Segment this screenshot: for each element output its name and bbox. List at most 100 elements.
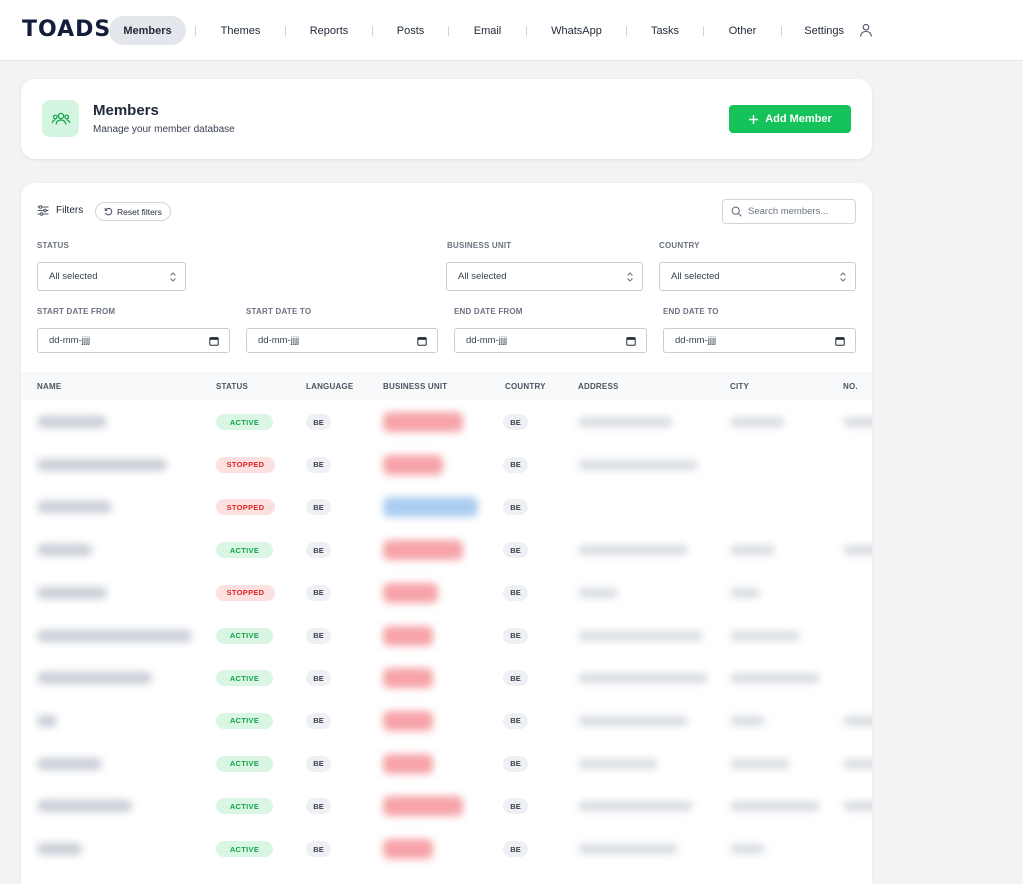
nav-reports[interactable]: Reports — [286, 16, 372, 45]
country-badge: BE — [503, 670, 528, 687]
status-badge: ACTIVE — [216, 414, 273, 430]
country-badge: BE — [503, 841, 528, 857]
business-unit-redacted — [383, 454, 443, 475]
city-redacted — [730, 801, 820, 812]
city-redacted — [730, 758, 790, 769]
status-badge: ACTIVE — [216, 755, 273, 772]
country-badge: BE — [503, 542, 528, 559]
address-redacted — [578, 844, 678, 854]
number-redacted — [843, 545, 872, 556]
table-row[interactable]: ACTIVE BE BE — [21, 743, 872, 786]
column-header-address[interactable]: ADDRESS — [578, 382, 619, 391]
start-date-to-input[interactable]: dd-mm-jjjj — [246, 328, 438, 353]
table-row[interactable]: ACTIVE BE BE — [21, 615, 872, 658]
language-badge: BE — [306, 627, 331, 644]
page-subtitle: Manage your member database — [93, 124, 235, 135]
calendar-icon[interactable] — [417, 336, 427, 346]
column-header-status[interactable]: STATUS — [216, 382, 248, 391]
user-icon[interactable] — [859, 23, 873, 37]
nav-whatsapp[interactable]: WhatsApp — [527, 16, 626, 45]
business-unit-redacted — [383, 582, 438, 603]
nav-email[interactable]: Email — [449, 16, 526, 45]
filters-label: Filters — [56, 205, 84, 216]
member-name-redacted — [37, 629, 192, 642]
status-filter-label: STATUS — [37, 241, 70, 250]
table-row[interactable]: STOPPED BE BE — [21, 444, 872, 487]
business-unit-filter-value: All selected — [458, 271, 507, 282]
city-redacted — [730, 630, 800, 641]
business-unit-redacted — [383, 497, 478, 518]
country-badge: BE — [503, 798, 528, 815]
country-filter-label: COUNTRY — [659, 241, 700, 250]
table-row[interactable]: STOPPED BE BE — [21, 486, 872, 529]
language-badge: BE — [306, 712, 331, 729]
city-redacted — [730, 715, 765, 726]
search-field[interactable] — [722, 199, 856, 224]
nav-members[interactable]: Members — [109, 16, 186, 45]
column-header-city[interactable]: CITY — [730, 382, 749, 391]
status-badge: ACTIVE — [216, 627, 273, 644]
table-row[interactable]: ACTIVE BE BE — [21, 401, 872, 444]
add-member-button[interactable]: Add Member — [729, 105, 851, 133]
business-unit-filter-select[interactable]: All selected — [446, 262, 643, 291]
language-badge: BE — [306, 456, 331, 473]
country-badge: BE — [503, 755, 528, 772]
table-header: NAME STATUS LANGUAGE BUSINESS UNIT COUNT… — [21, 372, 872, 400]
nav-themes[interactable]: Themes — [196, 16, 285, 45]
business-unit-redacted — [383, 625, 433, 646]
member-name-redacted — [37, 544, 92, 557]
table-row[interactable]: ACTIVE BE BE — [21, 700, 872, 743]
top-navigation: TOADS Members Themes Reports Posts Email… — [0, 0, 1023, 61]
filters-toggle[interactable]: Filters — [37, 205, 83, 216]
calendar-icon[interactable] — [209, 336, 219, 346]
nav-other[interactable]: Other — [704, 16, 781, 45]
business-unit-redacted — [383, 412, 463, 432]
table-row[interactable]: ACTIVE BE BE — [21, 529, 872, 572]
business-unit-filter-label: BUSINESS UNIT — [447, 241, 512, 250]
table-row[interactable]: ACTIVE BE BE — [21, 657, 872, 700]
end-date-to-input[interactable]: dd-mm-jjjj — [663, 328, 856, 353]
chevron-up-down-icon — [627, 272, 633, 282]
chevron-up-down-icon — [170, 272, 176, 282]
nav-settings[interactable]: Settings — [782, 16, 844, 45]
nav-tasks[interactable]: Tasks — [627, 16, 703, 45]
member-name-redacted — [37, 843, 82, 855]
country-filter-select[interactable]: All selected — [659, 262, 856, 291]
end-date-from-input[interactable]: dd-mm-jjjj — [454, 328, 647, 353]
calendar-icon[interactable] — [626, 336, 636, 346]
app-logo[interactable]: TOADS — [22, 18, 111, 42]
language-badge: BE — [306, 542, 331, 559]
status-badge: STOPPED — [216, 456, 275, 473]
column-header-country[interactable]: COUNTRY — [505, 382, 546, 391]
number-redacted — [843, 758, 872, 769]
address-redacted — [578, 587, 618, 598]
start-date-from-input[interactable]: dd-mm-jjjj — [37, 328, 230, 353]
chevron-up-down-icon — [840, 272, 846, 282]
address-redacted — [578, 630, 703, 641]
number-redacted — [843, 417, 872, 427]
reset-filters-button[interactable]: Reset filters — [95, 202, 171, 221]
number-redacted — [843, 715, 872, 726]
calendar-icon[interactable] — [835, 336, 845, 346]
table-row[interactable]: ACTIVE BE BE — [21, 785, 872, 828]
column-header-language[interactable]: LANGUAGE — [306, 382, 353, 391]
status-badge: ACTIVE — [216, 712, 273, 729]
search-input[interactable] — [748, 206, 848, 217]
main-nav: Members Themes Reports Posts Email Whats… — [109, 16, 844, 45]
city-redacted — [730, 673, 820, 684]
column-header-number[interactable]: NO. — [843, 382, 858, 391]
business-unit-redacted — [383, 540, 463, 561]
address-redacted — [578, 673, 708, 684]
business-unit-redacted — [383, 753, 433, 774]
address-redacted — [578, 801, 693, 812]
end-date-from-label: END DATE FROM — [454, 307, 523, 316]
column-header-business-unit[interactable]: BUSINESS UNIT — [383, 382, 447, 391]
country-badge: BE — [503, 499, 528, 516]
status-filter-select[interactable]: All selected — [37, 262, 186, 291]
column-header-name[interactable]: NAME — [37, 382, 61, 391]
address-redacted — [578, 545, 688, 556]
table-row[interactable]: ACTIVE BE BE — [21, 828, 872, 871]
sliders-icon — [37, 205, 49, 216]
table-row[interactable]: STOPPED BE BE — [21, 572, 872, 615]
nav-posts[interactable]: Posts — [373, 16, 448, 45]
